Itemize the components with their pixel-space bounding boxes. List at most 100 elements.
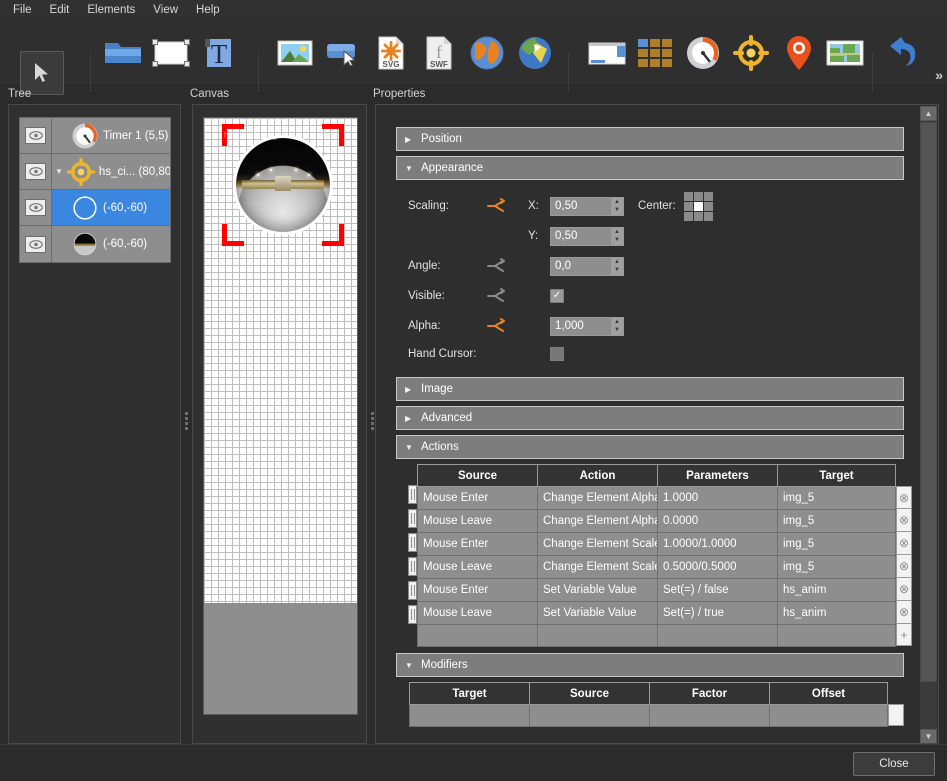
alpha-stepper[interactable]: ▲▼ [550, 316, 624, 336]
cell-source-empty[interactable] [529, 704, 650, 727]
cell-parameters-empty[interactable] [657, 624, 778, 647]
angle-spin-buttons[interactable]: ▲ ▼ [610, 257, 623, 275]
chevron-down-icon[interactable]: ▼ [55, 167, 63, 176]
cell-parameters[interactable]: 0.5000/0.5000 [657, 555, 778, 579]
scaling-link-icon[interactable] [486, 198, 528, 214]
center-cell-4[interactable] [693, 201, 703, 211]
alpha-spin-buttons[interactable]: ▲ ▼ [610, 317, 623, 335]
scaling-y-spin-buttons[interactable]: ▲ ▼ [610, 227, 623, 245]
scaling-x-spin-buttons[interactable]: ▲ ▼ [610, 197, 623, 215]
selection-handle-bottom-left[interactable] [222, 224, 244, 246]
cell-target[interactable]: img_5 [777, 555, 896, 579]
visible-checkbox[interactable]: ✓ [550, 289, 564, 303]
panel-tool[interactable] [584, 30, 630, 76]
cell-source[interactable]: Mouse Enter [417, 486, 538, 510]
scaling-x-stepper[interactable]: ▲▼ [550, 196, 624, 216]
swf-tool[interactable]: f SWF [416, 30, 462, 76]
table-row[interactable]: Mouse Leave Change Element Scale 0.5000/… [417, 555, 896, 579]
cell-target[interactable]: img_5 [777, 486, 896, 510]
table-row[interactable]: Mouse Enter Change Element Alpha 1.0000 … [417, 486, 896, 510]
visibility-toggle-cell[interactable] [20, 190, 52, 225]
cell-parameters[interactable]: Set(=) / true [657, 601, 778, 625]
cell-parameters[interactable]: 0.0000 [657, 509, 778, 533]
eye-icon[interactable] [25, 163, 46, 180]
cell-action[interactable]: Set Variable Value [537, 601, 658, 625]
section-header-appearance[interactable]: ▼ Appearance [396, 156, 904, 180]
cell-source[interactable]: Mouse Enter [417, 578, 538, 602]
text-tool[interactable]: T [196, 30, 242, 76]
drag-handle[interactable] [408, 581, 417, 600]
visibility-toggle-cell[interactable] [20, 154, 52, 189]
drag-handle[interactable] [408, 605, 417, 624]
tree-canvas-splitter[interactable] [183, 410, 189, 432]
tree-row[interactable]: (-60,-60) [20, 190, 170, 226]
canvas-viewport[interactable]: hs_ci_1.png [203, 117, 358, 715]
menu-item-file[interactable]: File [4, 2, 41, 18]
section-header-modifiers[interactable]: ▼ Modifiers [396, 653, 904, 677]
hand-cursor-checkbox[interactable] [550, 347, 564, 361]
spin-up-icon[interactable]: ▲ [611, 258, 623, 267]
drag-handle[interactable] [408, 533, 417, 552]
cell-target[interactable]: img_5 [777, 532, 896, 556]
properties-scroll-thumb[interactable] [920, 122, 937, 682]
alpha-input[interactable] [551, 317, 610, 335]
cell-action[interactable]: Change Element Scale [537, 555, 658, 579]
center-cell-3[interactable] [683, 201, 693, 211]
map-thumbnail-tool[interactable] [822, 30, 868, 76]
selection-handle-top-left[interactable] [222, 124, 244, 146]
scaling-y-stepper[interactable]: ▲▼ [550, 226, 624, 246]
cell-parameters[interactable]: 1.0000/1.0000 [657, 532, 778, 556]
scroll-up-arrow-icon[interactable]: ▲ [920, 106, 937, 121]
menu-item-help[interactable]: Help [187, 2, 229, 18]
globe-tool[interactable] [464, 30, 510, 76]
timer-tool[interactable] [680, 30, 726, 76]
spin-up-icon[interactable]: ▲ [611, 318, 623, 327]
section-header-advanced[interactable]: ▶ Advanced [396, 406, 904, 430]
globe-overlay-tool[interactable] [512, 30, 558, 76]
delete-action-button[interactable]: ⊗ [896, 578, 912, 601]
cell-target[interactable]: img_5 [777, 509, 896, 533]
section-header-position[interactable]: ▶ Position [396, 127, 904, 151]
spin-down-icon[interactable]: ▼ [611, 206, 623, 215]
center-cell-7[interactable] [693, 211, 703, 221]
angle-link-icon[interactable] [486, 258, 528, 274]
svg-tool[interactable]: SVG [368, 30, 414, 76]
delete-action-button[interactable]: ⊗ [896, 555, 912, 578]
center-cell-0[interactable] [683, 191, 693, 201]
drag-handle[interactable] [408, 485, 417, 504]
spin-up-icon[interactable]: ▲ [611, 198, 623, 207]
cell-offset-empty[interactable] [769, 704, 888, 727]
rectangle-tool[interactable] [148, 30, 194, 76]
table-row[interactable]: Mouse Enter Change Element Scale 1.0000/… [417, 532, 896, 556]
table-row-empty[interactable] [417, 624, 896, 647]
cell-target-empty[interactable] [777, 624, 896, 647]
grid-tool[interactable] [632, 30, 678, 76]
menu-item-view[interactable]: View [144, 2, 187, 18]
selection-handle-top-right[interactable] [322, 124, 344, 146]
tree-row[interactable]: (-60,-60) [20, 226, 170, 262]
add-action-button[interactable]: + [896, 624, 912, 646]
map-pin-tool[interactable] [776, 30, 822, 76]
center-anchor-widget[interactable] [683, 191, 713, 221]
cell-source[interactable]: Mouse Leave [417, 509, 538, 533]
center-cell-1[interactable] [693, 191, 703, 201]
cell-target[interactable]: hs_anim [777, 578, 896, 602]
cell-action[interactable]: Change Element Alpha [537, 486, 658, 510]
button-tool[interactable] [320, 30, 366, 76]
delete-action-button[interactable]: ⊗ [896, 532, 912, 555]
menu-item-edit[interactable]: Edit [41, 2, 79, 18]
open-folder-tool[interactable] [100, 30, 146, 76]
tree-row[interactable]: ▼ hs_ci... (80,80) [20, 154, 170, 190]
cell-action[interactable]: Change Element Alpha [537, 509, 658, 533]
toolbar-overflow-chevron[interactable]: » [935, 67, 943, 83]
cell-source[interactable]: Mouse Leave [417, 601, 538, 625]
alpha-link-icon[interactable] [486, 318, 528, 334]
cell-source[interactable]: Mouse Leave [417, 555, 538, 579]
visibility-toggle-cell[interactable] [20, 118, 52, 153]
visibility-toggle-cell[interactable] [20, 226, 52, 262]
scaling-x-input[interactable] [551, 197, 610, 215]
cell-target-empty[interactable] [409, 704, 530, 727]
section-header-image[interactable]: ▶ Image [396, 377, 904, 401]
section-header-actions[interactable]: ▼ Actions [396, 435, 904, 459]
eye-icon[interactable] [25, 199, 46, 216]
